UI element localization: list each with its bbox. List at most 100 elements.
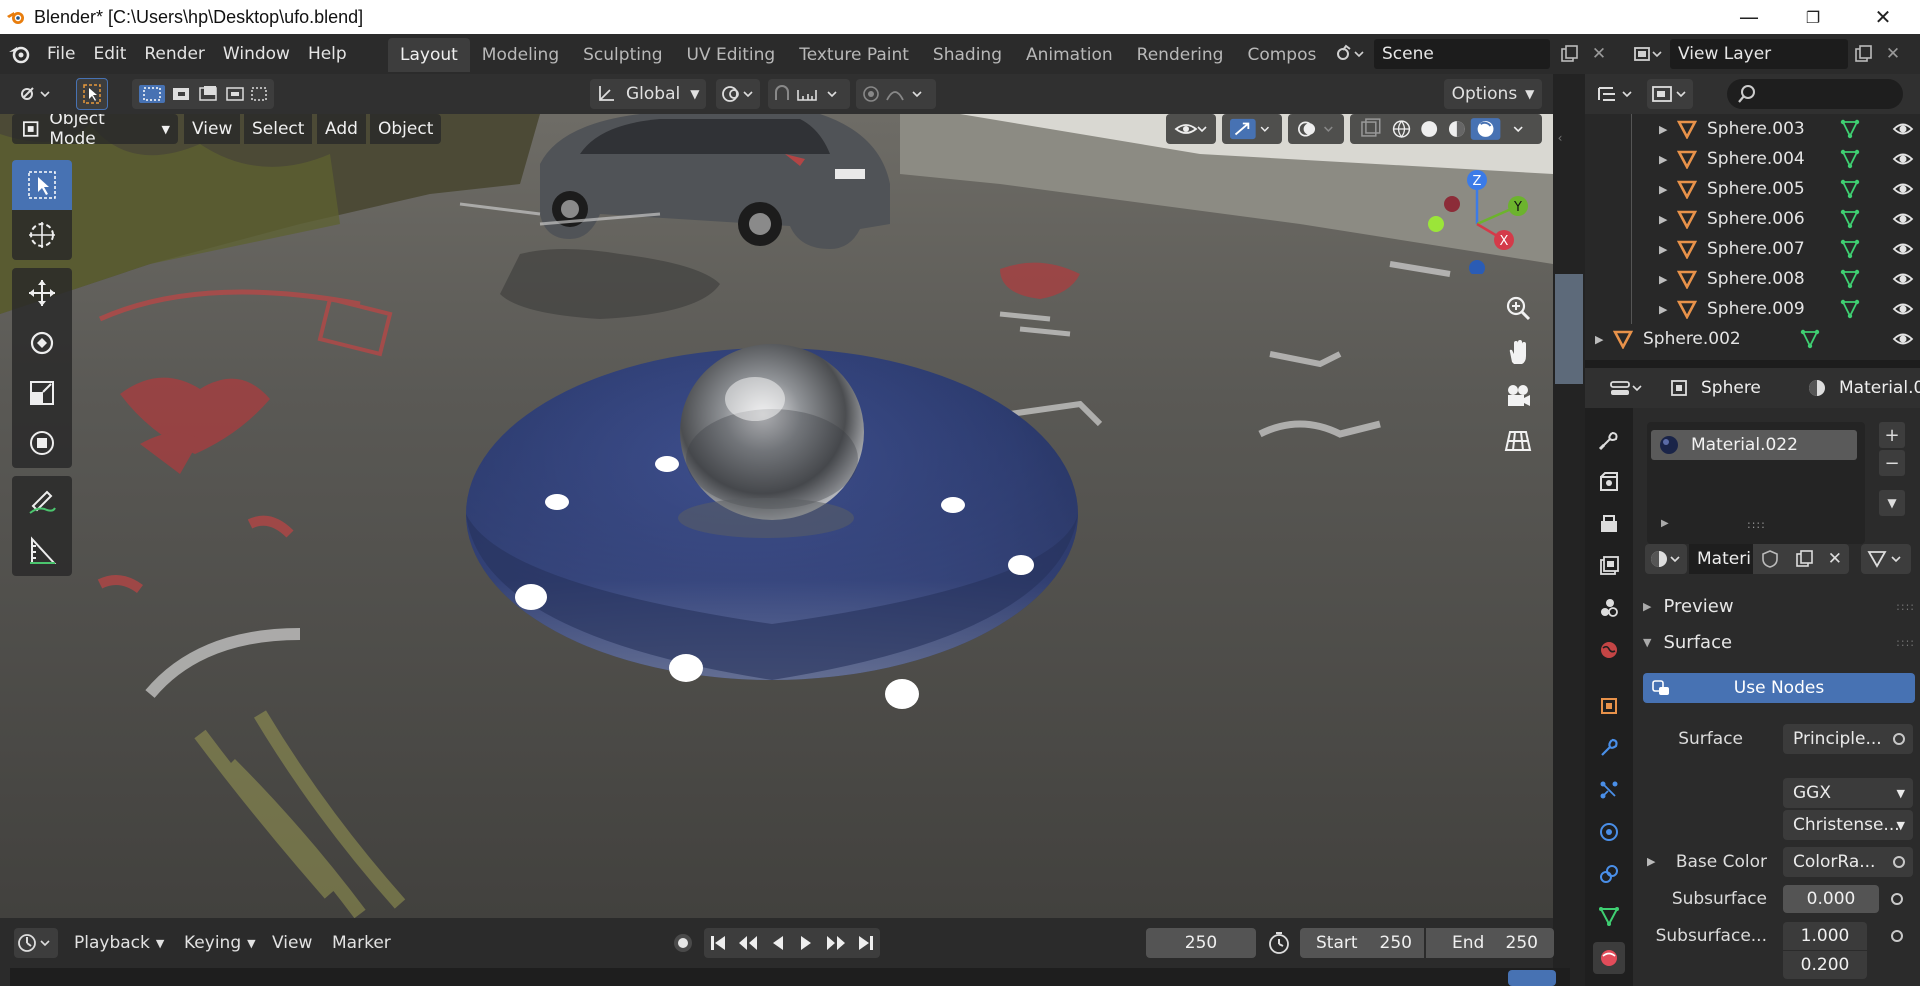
- select-box-tool-icon[interactable]: [12, 160, 72, 210]
- menu-edit[interactable]: Edit: [84, 44, 135, 64]
- prev-keyframe-icon[interactable]: [736, 933, 760, 953]
- eye-visibility-icon[interactable]: [1892, 268, 1914, 290]
- link-type-dropdown[interactable]: [1861, 544, 1911, 574]
- menu-window[interactable]: Window: [214, 44, 299, 64]
- render-tab-icon[interactable]: [1593, 466, 1625, 498]
- play-icon[interactable]: [796, 933, 816, 953]
- expand-arrow-icon[interactable]: ▶: [1595, 333, 1603, 346]
- expand-arrow-icon[interactable]: ▶: [1659, 213, 1667, 226]
- navigation-gizmo[interactable]: Z Y X: [1422, 164, 1542, 274]
- transform-tool-icon[interactable]: [12, 418, 72, 468]
- outliner-row[interactable]: ▶ Sphere.004: [1585, 144, 1920, 174]
- close-button[interactable]: ✕: [1852, 0, 1914, 34]
- world-tab-icon[interactable]: [1593, 634, 1625, 666]
- mesh-data-icon[interactable]: [1839, 148, 1861, 170]
- distribution-dropdown[interactable]: GGX ▼: [1783, 778, 1913, 808]
- outliner-search-input[interactable]: [1727, 79, 1903, 109]
- snapping-buttons[interactable]: [768, 79, 850, 109]
- expand-arrow-icon[interactable]: ▶: [1659, 243, 1667, 256]
- mesh-data-icon[interactable]: [1799, 328, 1821, 350]
- expand-arrow-icon[interactable]: ▶: [1659, 183, 1667, 196]
- tab-shading[interactable]: Shading: [921, 38, 1014, 72]
- gizmo-toggle[interactable]: [1222, 114, 1282, 144]
- timeline-ruler[interactable]: [10, 968, 1570, 986]
- timeline-playback-menu[interactable]: Playback ▼: [74, 928, 164, 958]
- physics-tab-icon[interactable]: [1593, 816, 1625, 848]
- restore-button[interactable]: ❐: [1782, 0, 1844, 34]
- outliner-row[interactable]: ▶ Sphere.005: [1585, 174, 1920, 204]
- move-tool-icon[interactable]: [12, 268, 72, 318]
- 3d-viewport[interactable]: Object Mode ▼ View Select Add Object Z Y…: [0, 114, 1553, 918]
- new-view-layer-icon[interactable]: [1848, 39, 1878, 69]
- view-layer-name-field[interactable]: View Layer: [1670, 39, 1848, 69]
- tool-tab-icon[interactable]: [1593, 424, 1625, 456]
- material-slot-list[interactable]: Material.022 ▶ ::::: [1647, 422, 1865, 544]
- add-slot-button[interactable]: +: [1879, 422, 1905, 448]
- visibility-dropdown[interactable]: [1166, 114, 1216, 144]
- eye-visibility-icon[interactable]: [1892, 178, 1914, 200]
- viewport-menu-view[interactable]: View: [184, 114, 241, 144]
- remove-slot-button[interactable]: −: [1879, 450, 1905, 476]
- playhead-marker[interactable]: [1508, 970, 1556, 986]
- expand-arrow-icon[interactable]: ▶: [1659, 303, 1667, 316]
- annotate-tool-icon[interactable]: [12, 476, 72, 526]
- viewport-menu-select[interactable]: Select: [244, 114, 313, 144]
- mesh-data-icon[interactable]: [1839, 298, 1861, 320]
- collapse-arrow-icon[interactable]: ‹: [1553, 118, 1567, 158]
- subsurface-radius-y-field[interactable]: 0.200: [1783, 951, 1867, 979]
- cursor-tool-icon[interactable]: [12, 210, 72, 260]
- eye-visibility-icon[interactable]: [1892, 148, 1914, 170]
- mesh-data-icon[interactable]: [1839, 238, 1861, 260]
- area-divider[interactable]: [1585, 360, 1920, 368]
- timeline-view-menu[interactable]: View: [272, 928, 312, 958]
- eye-visibility-icon[interactable]: [1892, 118, 1914, 140]
- mesh-data-tab-icon[interactable]: [1593, 900, 1625, 932]
- view-layer-icon[interactable]: [1628, 39, 1668, 69]
- select-tool-icon[interactable]: [76, 78, 108, 110]
- pan-hand-icon[interactable]: [1498, 332, 1538, 372]
- scene-name-field[interactable]: Scene: [1374, 39, 1550, 69]
- tab-compositing[interactable]: Compos: [1235, 38, 1328, 72]
- keyframe-icon[interactable]: [1891, 930, 1903, 942]
- outliner-editor-type-icon[interactable]: [1593, 79, 1639, 109]
- editor-type-icon[interactable]: [14, 79, 58, 109]
- material-tab-icon[interactable]: [1593, 942, 1625, 974]
- keyframe-icon[interactable]: [1891, 893, 1903, 905]
- object-mode-dropdown[interactable]: Object Mode ▼: [12, 114, 178, 149]
- viewport-menu-add[interactable]: Add: [317, 114, 366, 144]
- expand-arrow-icon[interactable]: ▶: [1659, 153, 1667, 166]
- expand-arrow-icon[interactable]: ▶: [1659, 123, 1667, 136]
- pivot-point-dropdown[interactable]: [716, 79, 760, 109]
- tab-rendering[interactable]: Rendering: [1125, 38, 1236, 72]
- mesh-data-icon[interactable]: [1839, 268, 1861, 290]
- delete-scene-icon[interactable]: ✕: [1584, 39, 1614, 69]
- subsurface-method-dropdown[interactable]: Christense... ▼: [1783, 810, 1913, 840]
- fake-user-shield-icon[interactable]: [1760, 549, 1780, 569]
- blender-menu-icon[interactable]: [0, 34, 38, 74]
- mesh-data-icon[interactable]: [1839, 178, 1861, 200]
- expand-arrow-icon[interactable]: ▶: [1659, 273, 1667, 286]
- tab-modeling[interactable]: Modeling: [470, 38, 571, 72]
- preview-panel-header[interactable]: ▶ Preview ::::: [1643, 590, 1915, 622]
- scene-tab-icon[interactable]: [1593, 592, 1625, 624]
- tab-texture-paint[interactable]: Texture Paint: [787, 38, 921, 72]
- mesh-data-icon[interactable]: [1839, 208, 1861, 230]
- outliner-row[interactable]: ▶ Sphere.006: [1585, 204, 1920, 234]
- surface-panel-header[interactable]: ▼ Surface ::::: [1643, 626, 1915, 658]
- timeline-editor-type-icon[interactable]: [14, 928, 58, 958]
- preview-range-icon[interactable]: [1262, 928, 1296, 958]
- viewport-menu-object[interactable]: Object: [370, 114, 442, 144]
- tab-animation[interactable]: Animation: [1014, 38, 1125, 72]
- start-frame-field[interactable]: Start 250: [1300, 928, 1424, 958]
- end-frame-field[interactable]: End 250: [1426, 928, 1554, 958]
- node-socket-icon[interactable]: [1893, 733, 1905, 745]
- tab-uv-editing[interactable]: UV Editing: [675, 38, 788, 72]
- menu-file[interactable]: File: [38, 44, 84, 64]
- properties-editor-type-icon[interactable]: [1605, 373, 1649, 403]
- eye-visibility-icon[interactable]: [1892, 208, 1914, 230]
- resize-handle-icon[interactable]: ::::: [1747, 518, 1766, 531]
- subsurface-value-field[interactable]: 0.000: [1783, 885, 1879, 913]
- shading-mode-buttons[interactable]: [1350, 114, 1542, 144]
- jump-end-icon[interactable]: [856, 933, 876, 953]
- expand-arrow-icon[interactable]: ▶: [1661, 518, 1669, 529]
